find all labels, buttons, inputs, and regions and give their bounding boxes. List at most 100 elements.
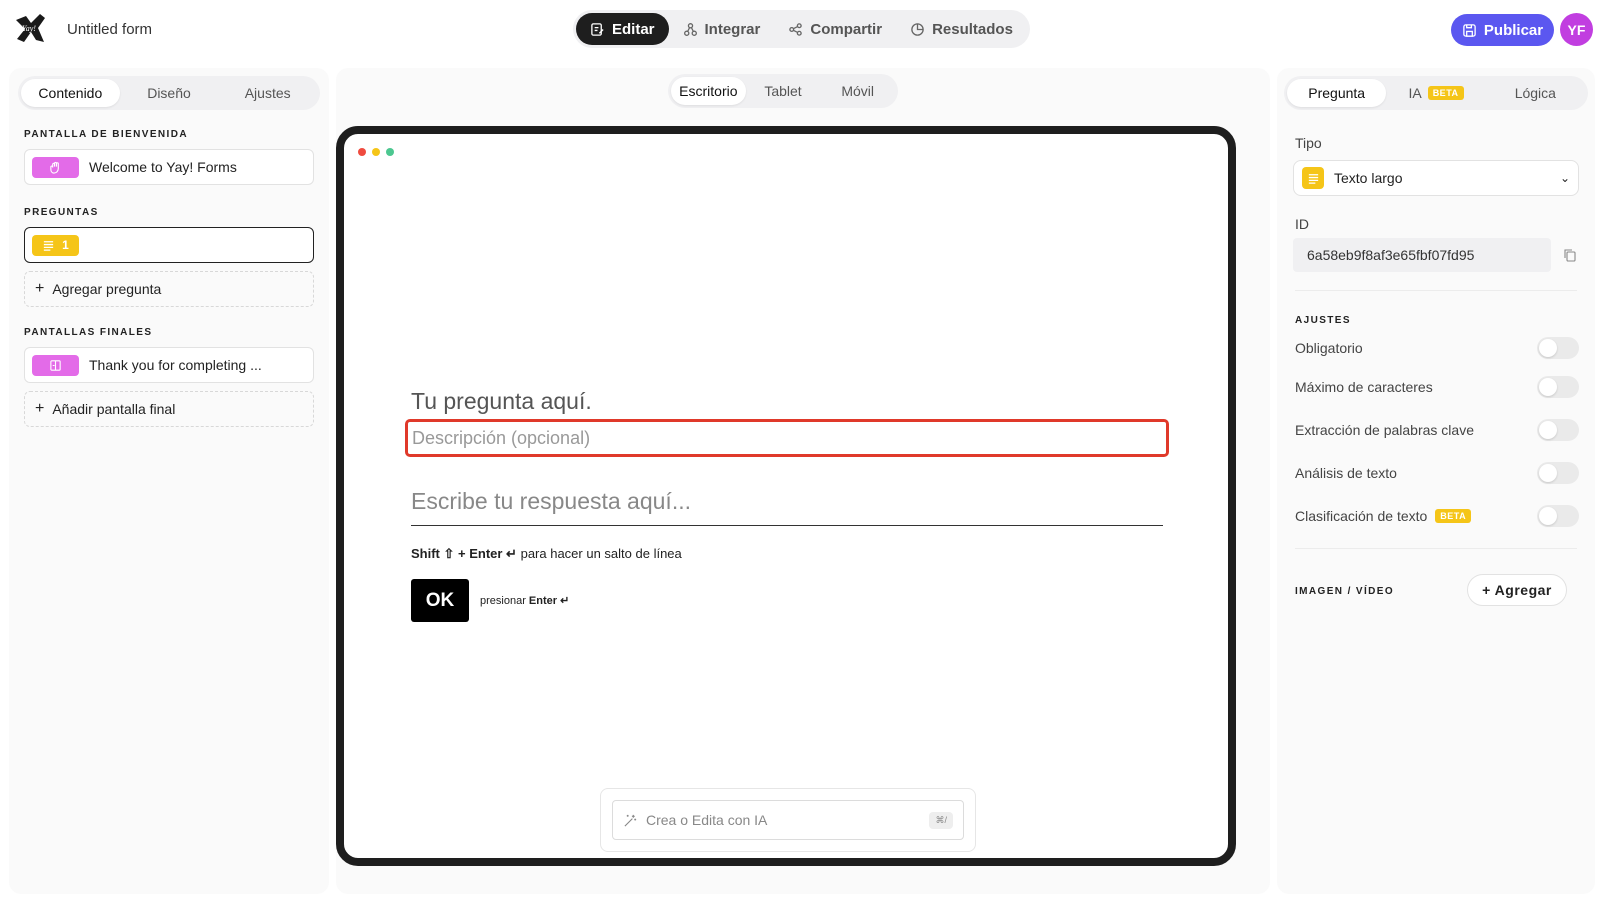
id-field[interactable]: 6a58eb9f8af3e65fbf07fd95 [1293,238,1551,272]
type-label: Tipo [1295,135,1322,151]
results-icon [911,22,924,36]
beta-badge: BETA [1435,509,1472,523]
tab-resultados[interactable]: Resultados [896,13,1027,45]
long-text-icon [1302,167,1324,189]
form-title[interactable]: Untitled form [67,21,152,38]
questions-section-label: PREGUNTAS [24,207,99,218]
setting-label: Clasificación de texto [1295,508,1428,524]
magic-wand-icon [624,814,637,827]
type-select[interactable]: Texto largo ⌄ [1293,160,1579,196]
avatar[interactable]: YF [1560,13,1593,46]
copy-icon[interactable] [1563,248,1577,262]
tab-movil[interactable]: Móvil [820,77,895,105]
device-frame: Tu pregunta aquí. Descripción (opcional)… [336,126,1236,866]
divider [1295,548,1577,549]
tab-pregunta[interactable]: Pregunta [1287,79,1387,107]
beta-badge: BETA [1427,86,1464,100]
tab-ia[interactable]: IA BETA [1386,79,1485,107]
ai-placeholder: Crea o Edita con IA [646,812,768,828]
press-enter-hint: presionar Enter ↵ [480,594,569,607]
setting-label: Obligatorio [1295,340,1363,356]
tab-label: Editar [612,20,655,38]
chevron-down-icon: ⌄ [1559,171,1570,185]
integrate-icon [683,22,697,36]
toggle-clasificacion[interactable] [1537,505,1579,527]
right-tabs: Pregunta IA BETA Lógica [1284,76,1588,110]
long-text-chip: 1 [32,234,79,256]
tab-diseno[interactable]: Diseño [120,79,219,107]
id-label: ID [1295,216,1309,232]
tab-integrar[interactable]: Integrar [669,13,775,45]
svg-text:Yay!: Yay! [22,24,36,33]
share-icon [789,22,803,36]
tab-label: Integrar [704,20,761,38]
top-bar: Yay! Untitled form Editar Integrar Compa… [0,0,1600,60]
divider [1295,290,1577,291]
ai-input[interactable]: Crea o Edita con IA ⌘/ [612,800,964,840]
media-section-label: IMAGEN / VÍDEO [1295,586,1395,597]
ok-button[interactable]: OK [411,579,469,622]
setting-label: Extracción de palabras clave [1295,422,1474,438]
shift-key: Shift ⇧ [411,546,455,561]
ending-chip [32,354,79,376]
welcome-section-label: PANTALLA DE BIENVENIDA [24,129,188,140]
tab-label: Compartir [810,20,883,38]
welcome-chip [32,156,79,178]
minimize-dot [372,148,380,156]
tab-escritorio[interactable]: Escritorio [671,77,746,105]
setting-maximo: Máximo de caracteres [1295,375,1579,399]
tab-editar[interactable]: Editar [576,13,669,45]
ai-shortcut: ⌘/ [929,811,953,829]
device-tabs: Escritorio Tablet Móvil [668,74,898,108]
question-title[interactable]: Tu pregunta aquí. [411,388,592,415]
plus-icon: + [35,400,45,417]
edit-icon [591,22,604,36]
toggle-extraccion[interactable] [1537,419,1579,441]
add-ending-label: Añadir pantalla final [52,401,176,417]
press-key: Enter ↵ [528,595,570,607]
left-tabs: Contenido Diseño Ajustes [18,76,320,110]
tab-tablet[interactable]: Tablet [746,77,821,105]
yay-logo-icon[interactable]: Yay! [14,12,48,46]
ending-screen-item[interactable]: Thank you for completing ... [24,347,314,383]
tab-compartir[interactable]: Compartir [774,13,896,45]
toggle-analisis[interactable] [1537,462,1579,484]
description-input[interactable]: Descripción (opcional) [405,419,1169,457]
tab-logica[interactable]: Lógica [1486,79,1585,107]
question-item[interactable]: 1 [24,227,314,263]
setting-analisis: Análisis de texto [1295,461,1579,485]
content-panel: Contenido Diseño Ajustes PANTALLA DE BIE… [9,68,329,894]
welcome-item-label: Welcome to Yay! Forms [89,159,237,175]
line-break-hint: Shift ⇧ + Enter ↵ para hacer un salto de… [411,546,682,562]
hint-text: para hacer un salto de línea [520,546,682,561]
setting-obligatorio: Obligatorio [1295,336,1579,360]
window-dots [358,148,394,156]
tab-ia-label: IA [1408,85,1422,101]
ai-assistant-box: Crea o Edita con IA ⌘/ [600,788,976,852]
toggle-obligatorio[interactable] [1537,337,1579,359]
hand-wave-icon [50,161,59,174]
settings-section-label: AJUSTES [1295,315,1351,326]
setting-extraccion: Extracción de palabras clave [1295,418,1579,442]
add-media-button[interactable]: + Agregar [1467,574,1567,606]
lines-icon [44,240,54,251]
plus-icon: + [35,280,45,297]
tab-label: Resultados [932,20,1013,38]
setting-label: Análisis de texto [1295,465,1397,481]
settings-panel: Pregunta IA BETA Lógica Tipo Texto largo… [1277,68,1595,894]
answer-input[interactable]: Escribe tu respuesta aquí... [411,488,1163,526]
tab-contenido[interactable]: Contenido [21,79,120,107]
add-question-button[interactable]: + Agregar pregunta [24,271,314,307]
publish-button[interactable]: Publicar [1451,14,1554,46]
tab-ajustes[interactable]: Ajustes [218,79,317,107]
press-prefix: presionar [480,595,526,607]
toggle-maximo[interactable] [1537,376,1579,398]
publish-label: Publicar [1483,21,1544,39]
welcome-screen-item[interactable]: Welcome to Yay! Forms [24,149,314,185]
close-dot [358,148,366,156]
setting-label: Máximo de caracteres [1295,379,1433,395]
save-icon [1463,23,1476,37]
add-ending-button[interactable]: + Añadir pantalla final [24,391,314,427]
maximize-dot [386,148,394,156]
enter-key: + Enter ↵ [458,546,517,561]
